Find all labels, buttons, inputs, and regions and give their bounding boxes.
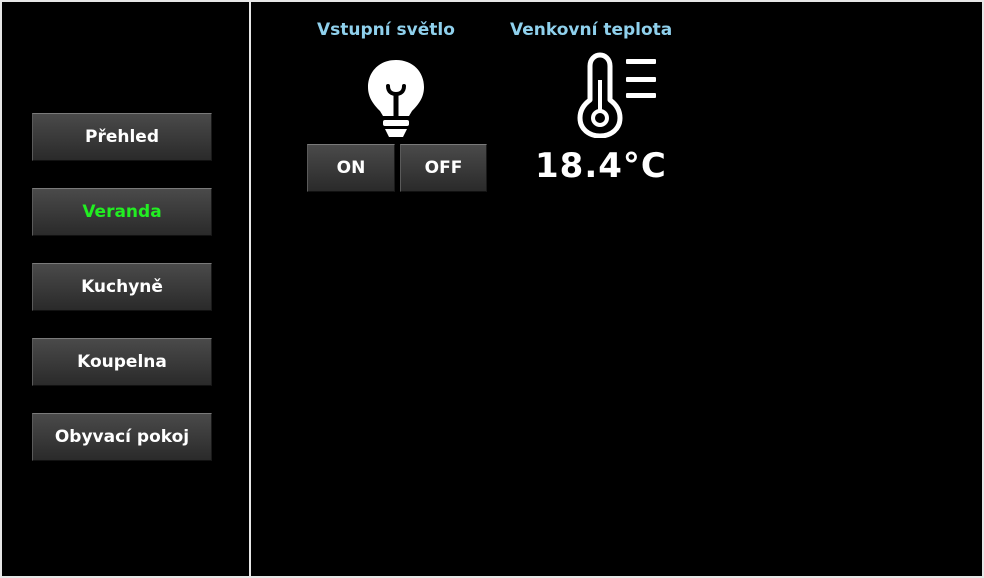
thermometer-icon (577, 52, 656, 138)
sidebar-item-veranda[interactable]: Veranda (32, 188, 212, 236)
sidebar-nav: Přehled Veranda Kuchyně Koupelna Obyvací… (0, 0, 249, 578)
lightbulb-icon (368, 60, 424, 137)
panel-divider (249, 0, 251, 578)
sidebar-item-koupelna[interactable]: Koupelna (32, 338, 212, 386)
temp-widget-title: Venkovní teplota (510, 20, 673, 40)
light-on-button[interactable]: ON (307, 144, 395, 192)
light-widget-title: Vstupní světlo (317, 20, 455, 40)
light-off-button[interactable]: OFF (400, 144, 487, 192)
temperature-value: 18.4°C (535, 146, 667, 186)
sidebar-item-prehled[interactable]: Přehled (32, 113, 212, 161)
sidebar-item-kuchyne[interactable]: Kuchyně (32, 263, 212, 311)
sidebar-item-obyvaci-pokoj[interactable]: Obyvací pokoj (32, 413, 212, 461)
